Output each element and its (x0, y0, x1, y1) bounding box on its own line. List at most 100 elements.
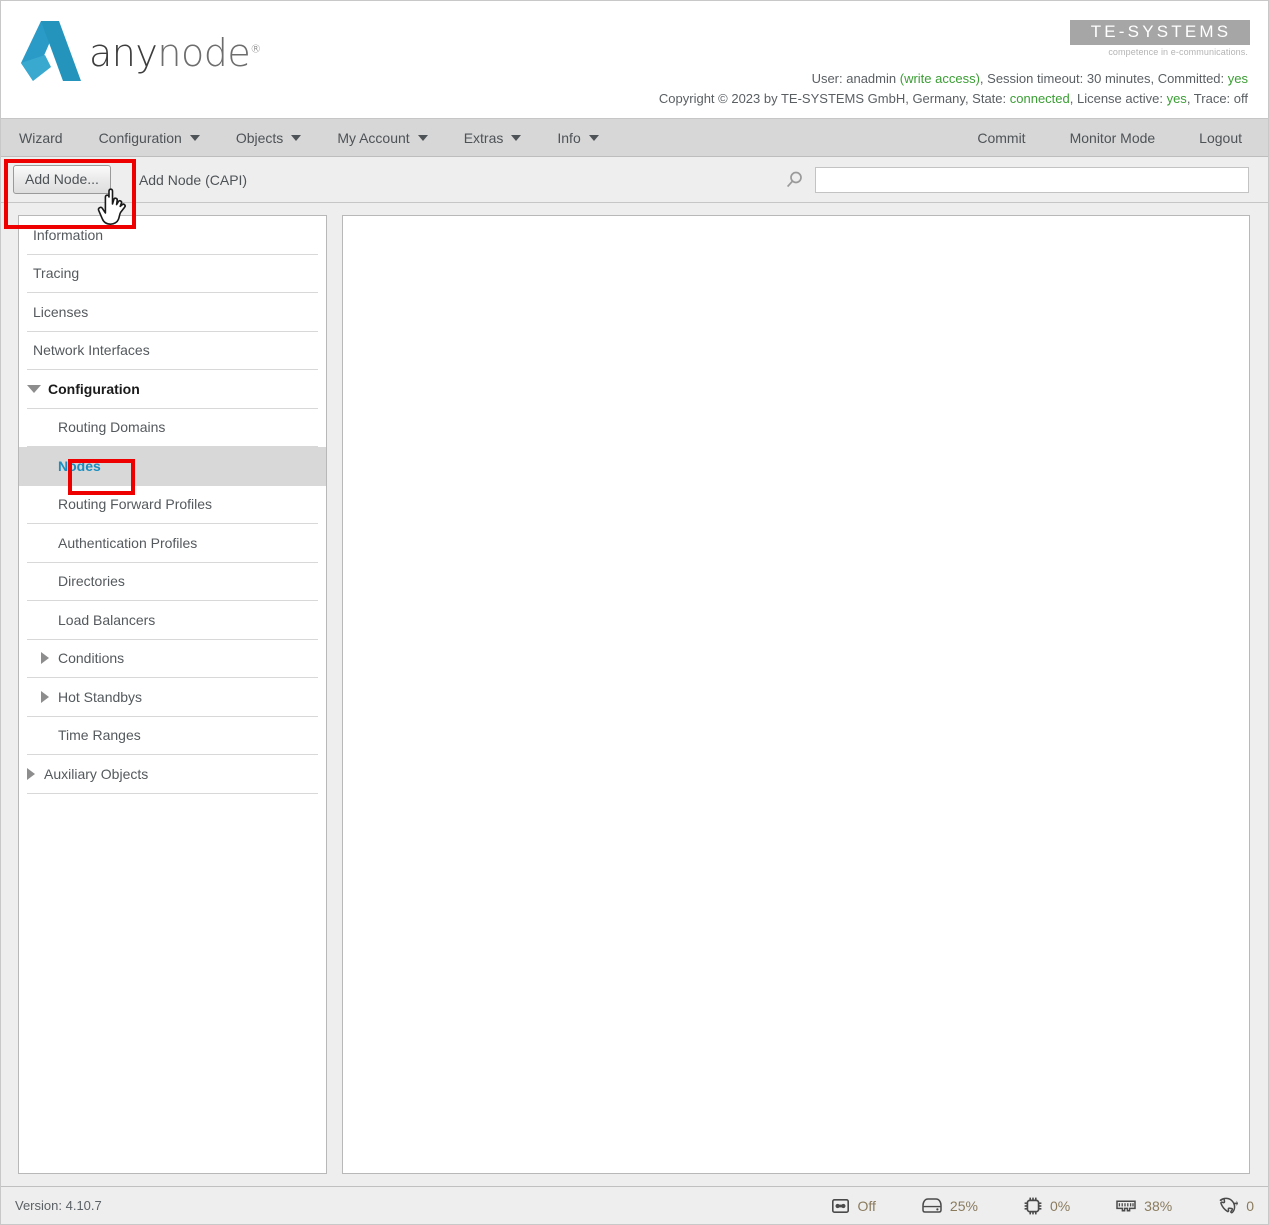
chevron-right-icon[interactable] (27, 767, 35, 780)
anynode-web-app: anynode® TE-SYSTEMS competence in e-comm… (0, 0, 1269, 1225)
version-label: Version: (15, 1198, 62, 1213)
menu-item-extras[interactable]: Extras (446, 119, 540, 157)
te-systems-logo: TE-SYSTEMS competence in e-communication… (1070, 20, 1250, 57)
menu-item-label: Configuration (98, 129, 182, 146)
menu-item-info[interactable]: Info (539, 119, 616, 157)
menu-item-wizard[interactable]: Wizard (19, 119, 81, 157)
cpu-icon (1024, 1197, 1042, 1215)
write-access-badge: (write access) (899, 71, 980, 86)
harddisk-icon (922, 1198, 942, 1213)
chevron-down-icon (511, 134, 522, 141)
menu-item-my-account[interactable]: My Account (319, 119, 445, 157)
status-metric-value: 38% (1144, 1197, 1173, 1214)
status-bar: Version: 4.10.7 Off 25% 0% 38% 0 (1, 1186, 1268, 1224)
menu-item-monitor-mode[interactable]: Monitor Mode (1048, 119, 1178, 157)
sidebar-item-label: Directories (58, 573, 125, 590)
status-metric-value: Off (857, 1197, 876, 1214)
menu-item-commit[interactable]: Commit (955, 119, 1047, 157)
menu-item-logout[interactable]: Logout (1177, 119, 1258, 157)
sidebar-item-network-interfaces[interactable]: Network Interfaces (27, 332, 318, 370)
session-timeout-value: 30 minutes (1086, 71, 1151, 86)
chevron-right-icon[interactable] (41, 652, 49, 665)
session-info-line-1: User: anadmin (write access), Session ti… (659, 69, 1248, 89)
version-info: Version: 4.10.7 (15, 1198, 102, 1213)
brand-name-bold: any (89, 31, 158, 75)
navigation-sidebar: Information Tracing Licenses Network Interf… (18, 215, 327, 1174)
license-label: , License active: (1069, 91, 1167, 106)
menu-item-label: Monitor Mode (1069, 129, 1156, 146)
search-input[interactable] (815, 166, 1249, 193)
content-area: Information Tracing Licenses Network Interf… (1, 203, 1268, 1186)
trace-value: off (1233, 91, 1248, 106)
status-metric-harddisk: 25% (922, 1198, 978, 1214)
chevron-down-icon (417, 134, 428, 141)
sidebar-item-tracing[interactable]: Tracing (27, 255, 318, 293)
chevron-down-icon (291, 134, 302, 141)
user-name: anadmin (846, 71, 897, 86)
license-value: yes (1166, 91, 1187, 106)
sidebar-item-routing-domains[interactable]: Routing Domains (27, 409, 318, 447)
session-info: User: anadmin (write access), Session ti… (659, 69, 1248, 109)
add-node-capi-link[interactable]: Add Node (CAPI) (139, 172, 247, 188)
sidebar-item-hot-standbys[interactable]: Hot Standbys (27, 678, 318, 717)
status-metric-value: 0% (1049, 1197, 1071, 1214)
menu-item-objects[interactable]: Objects (218, 119, 319, 157)
phone-calls-icon (1218, 1197, 1239, 1215)
sidebar-item-time-ranges[interactable]: Time Ranges (27, 717, 318, 755)
copyright-text: Copyright © 2023 by TE-SYSTEMS GmbH, Ger… (658, 91, 1010, 106)
sidebar-item-directories[interactable]: Directories (27, 563, 318, 601)
sidebar-item-information[interactable]: Information (27, 216, 318, 255)
sidebar-item-label: Conditions (58, 650, 125, 667)
version-value: 4.10.7 (65, 1198, 102, 1213)
sidebar-item-authentication-profiles[interactable]: Authentication Profiles (27, 524, 318, 563)
menu-item-label: Extras (463, 129, 504, 146)
menu-item-label: Wizard (19, 129, 63, 146)
state-value: connected (1009, 91, 1070, 106)
add-node-button[interactable]: Add Node... (13, 165, 111, 194)
sidebar-item-label: Auxiliary Objects (44, 765, 149, 782)
chevron-right-icon[interactable] (41, 690, 49, 703)
menu-item-label: Objects (235, 129, 284, 146)
committed-label: , Committed: (1150, 71, 1228, 86)
chevron-down-icon (189, 134, 200, 141)
sidebar-item-auxiliary-objects[interactable]: Auxiliary Objects (27, 755, 318, 794)
status-metric-memory: 38% (1116, 1198, 1172, 1214)
brand-name-light: node (157, 31, 251, 75)
brand-registered-mark: ® (250, 42, 261, 56)
user-label: User: (811, 71, 847, 86)
sidebar-item-label: Hot Standbys (58, 688, 143, 705)
chevron-down-icon (588, 134, 599, 141)
anynode-logo: anynode® (19, 19, 261, 87)
anynode-mark-icon (21, 21, 81, 81)
status-metric-recording-tape: Off (832, 1197, 876, 1214)
menu-item-label: Commit (977, 129, 1026, 146)
status-metric-phone-calls: 0 (1218, 1197, 1254, 1215)
te-systems-tagline: competence in e-communications. (1108, 46, 1248, 57)
sidebar-item-routing-forward-profiles[interactable]: Routing Forward Profiles (27, 486, 318, 524)
sidebar-item-configuration[interactable]: Configuration (27, 370, 318, 409)
sidebar-item-label: Authentication Profiles (58, 534, 198, 551)
te-systems-logo-text: TE-SYSTEMS (1070, 20, 1250, 45)
menu-item-label: My Account (337, 129, 410, 146)
sidebar-item-label: Information (33, 226, 104, 243)
status-metric-value: 0 (1246, 1197, 1254, 1214)
menu-item-configuration[interactable]: Configuration (81, 119, 218, 157)
status-metric-value: 25% (949, 1197, 978, 1214)
page-toolbar: Add Node... Add Node (CAPI) (1, 157, 1268, 203)
sidebar-item-label: Load Balancers (58, 611, 156, 628)
main-menu-bar: Wizard Configuration Objects My Account Extr… (1, 119, 1268, 157)
sidebar-item-label: Tracing (33, 265, 80, 282)
chevron-down-icon[interactable] (27, 384, 41, 393)
search-area (785, 166, 1268, 193)
sidebar-item-label: Network Interfaces (33, 342, 150, 359)
session-info-line-2: Copyright © 2023 by TE-SYSTEMS GmbH, Ger… (659, 89, 1248, 109)
sidebar-item-nodes[interactable]: Nodes (19, 447, 326, 486)
sidebar-item-conditions[interactable]: Conditions (27, 640, 318, 678)
recording-tape-icon (832, 1198, 850, 1213)
sidebar-item-label: Routing Forward Profiles (58, 496, 213, 513)
sidebar-item-licenses[interactable]: Licenses (27, 293, 318, 332)
sidebar-item-load-balancers[interactable]: Load Balancers (27, 601, 318, 640)
sidebar-item-label: Nodes (58, 457, 101, 474)
search-icon[interactable] (785, 170, 805, 190)
main-content-panel (342, 215, 1250, 1174)
